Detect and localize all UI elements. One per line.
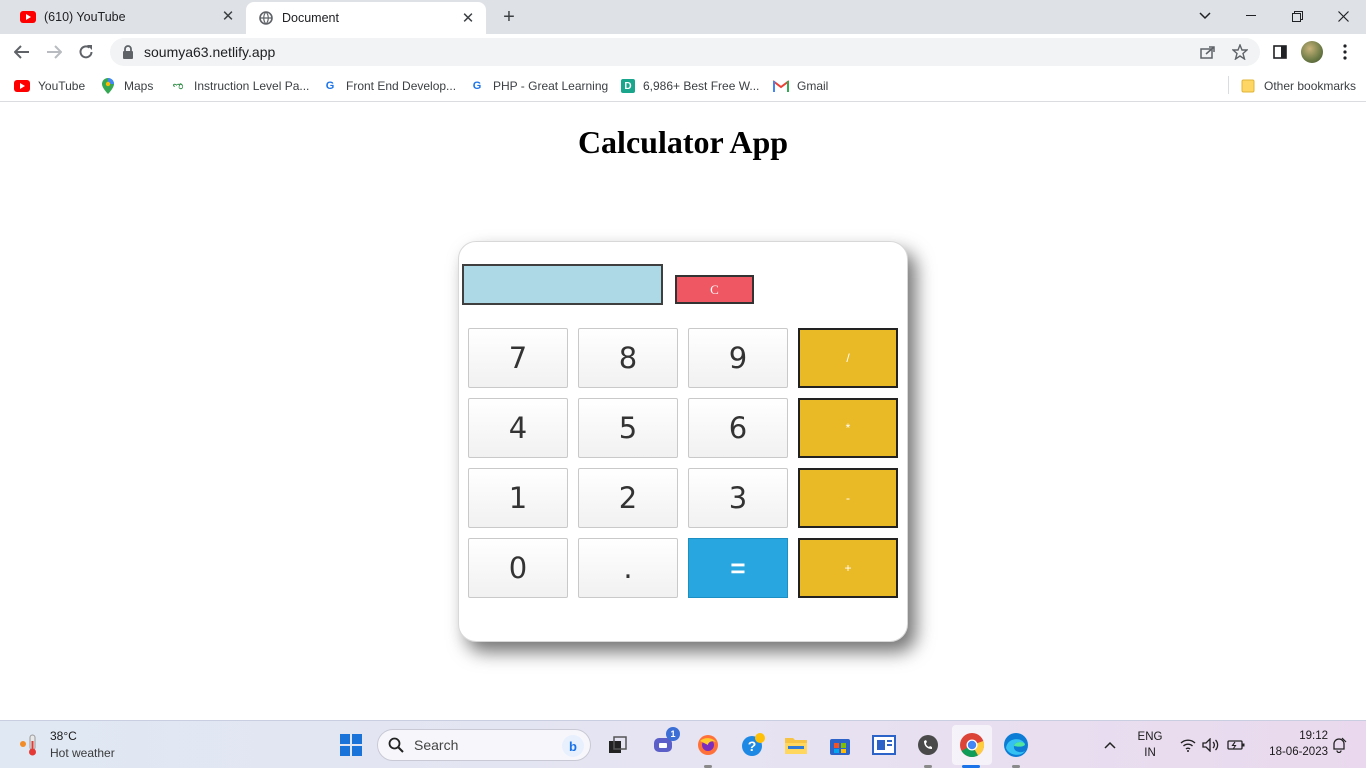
chrome-icon[interactable] bbox=[958, 731, 986, 759]
key-4[interactable]: 4 bbox=[468, 398, 568, 458]
battery-icon[interactable] bbox=[1226, 735, 1246, 755]
whatsapp-icon[interactable] bbox=[914, 731, 942, 759]
new-tab-button[interactable]: + bbox=[498, 6, 520, 28]
search-icon bbox=[388, 737, 404, 753]
file-explorer-icon[interactable] bbox=[782, 731, 810, 759]
search-placeholder: Search bbox=[414, 737, 459, 753]
chat-badge: 1 bbox=[666, 727, 680, 741]
key-2[interactable]: 2 bbox=[578, 468, 678, 528]
youtube-icon bbox=[14, 78, 30, 94]
tab-title: (610) YouTube bbox=[44, 10, 126, 24]
folder-icon bbox=[1240, 78, 1256, 94]
close-window-icon[interactable] bbox=[1320, 0, 1366, 32]
windows-start-icon[interactable] bbox=[340, 734, 362, 756]
youtube-icon bbox=[20, 9, 36, 25]
volume-icon[interactable] bbox=[1201, 735, 1221, 755]
taskbar-search[interactable]: Search b bbox=[377, 729, 591, 761]
bookmark-gmail[interactable]: Gmail bbox=[773, 77, 828, 95]
back-arrow-icon[interactable] bbox=[8, 38, 36, 66]
address-text: soumya63.netlify.app bbox=[144, 44, 276, 60]
geeksforgeeks-icon: ಌ bbox=[172, 79, 184, 92]
bookmarks-bar: YouTube Maps ಌ Instruction Level Pa... G… bbox=[0, 70, 1366, 102]
chat-icon[interactable]: 1 bbox=[650, 727, 680, 759]
bookmark-php[interactable]: G PHP - Great Learning bbox=[469, 77, 608, 95]
subtract-button[interactable]: - bbox=[798, 468, 898, 528]
thermometer-weather-icon[interactable] bbox=[18, 733, 40, 757]
bookmark-front-end[interactable]: G Front End Develop... bbox=[322, 77, 456, 95]
multiply-button[interactable]: * bbox=[798, 398, 898, 458]
add-button[interactable]: + bbox=[798, 538, 898, 598]
great-learning-icon: G bbox=[325, 80, 335, 92]
decimal-button[interactable]: . bbox=[578, 538, 678, 598]
region-indicator: IN bbox=[1144, 747, 1156, 759]
gmail-icon bbox=[773, 78, 789, 94]
page-title: Calculator App bbox=[577, 124, 789, 160]
bookmark-youtube[interactable]: YouTube bbox=[14, 77, 85, 95]
weather-temperature: 38°C bbox=[50, 729, 77, 743]
microsoft-store-icon[interactable] bbox=[826, 731, 854, 759]
tab-search-chevron-icon[interactable] bbox=[1182, 0, 1228, 32]
bookmark-star-icon[interactable] bbox=[1226, 38, 1254, 66]
bookmark-maps[interactable]: Maps bbox=[100, 77, 153, 95]
notification-bell-icon[interactable] bbox=[1329, 735, 1349, 755]
close-tab-icon[interactable]: ✕ bbox=[220, 9, 236, 25]
other-bookmarks[interactable]: Other bookmarks bbox=[1240, 77, 1356, 95]
minimize-icon[interactable] bbox=[1228, 0, 1274, 32]
news-app-icon[interactable] bbox=[870, 731, 898, 759]
great-learning-icon: G bbox=[472, 80, 482, 92]
kebab-menu-icon[interactable] bbox=[1331, 38, 1359, 66]
address-bar[interactable]: soumya63.netlify.app bbox=[110, 38, 1260, 66]
divide-button[interactable]: / bbox=[798, 328, 898, 388]
svg-text:?: ? bbox=[748, 738, 757, 754]
tab-youtube[interactable]: (610) YouTube ✕ bbox=[8, 0, 246, 34]
bookmark-free-w[interactable]: D 6,986+ Best Free W... bbox=[621, 77, 759, 95]
equals-button[interactable]: = bbox=[688, 538, 788, 598]
d-site-icon: D bbox=[621, 79, 635, 93]
task-view-icon[interactable] bbox=[604, 731, 632, 759]
browser-tabstrip: (610) YouTube ✕ Document ✕ + bbox=[0, 0, 1366, 34]
reload-icon[interactable] bbox=[72, 38, 100, 66]
key-5[interactable]: 5 bbox=[578, 398, 678, 458]
calculator: C 7 8 9 / 4 5 6 * 1 2 3 - 0 . = + bbox=[458, 241, 908, 642]
profile-avatar[interactable] bbox=[1301, 41, 1323, 63]
key-7[interactable]: 7 bbox=[468, 328, 568, 388]
taskbar: 38°C Hot weather Search b 1 ? ENG IN 19:… bbox=[0, 720, 1366, 768]
clear-button[interactable]: C bbox=[675, 275, 754, 304]
key-1[interactable]: 1 bbox=[468, 468, 568, 528]
tab-document[interactable]: Document ✕ bbox=[246, 2, 486, 34]
key-9[interactable]: 9 bbox=[688, 328, 788, 388]
edge-icon[interactable] bbox=[1002, 731, 1030, 759]
bing-icon[interactable]: b bbox=[562, 735, 584, 757]
browser-toolbar: soumya63.netlify.app bbox=[0, 34, 1366, 70]
key-6[interactable]: 6 bbox=[688, 398, 788, 458]
key-0[interactable]: 0 bbox=[468, 538, 568, 598]
close-tab-icon[interactable]: ✕ bbox=[460, 11, 476, 27]
forward-arrow-icon[interactable] bbox=[40, 38, 68, 66]
side-panel-icon[interactable] bbox=[1266, 38, 1294, 66]
help-icon[interactable]: ? bbox=[739, 731, 767, 759]
key-3[interactable]: 3 bbox=[688, 468, 788, 528]
clock-time[interactable]: 19:12 bbox=[1266, 730, 1328, 742]
calculator-display[interactable] bbox=[462, 264, 663, 305]
clock-date: 18-06-2023 bbox=[1269, 746, 1328, 758]
weather-description: Hot weather bbox=[50, 746, 115, 760]
bookmarks-divider bbox=[1228, 76, 1229, 94]
wifi-icon[interactable] bbox=[1178, 735, 1198, 755]
share-icon[interactable] bbox=[1194, 38, 1222, 66]
globe-icon bbox=[258, 10, 274, 26]
language-indicator[interactable]: ENG bbox=[1136, 731, 1164, 743]
tab-title: Document bbox=[282, 11, 339, 25]
key-8[interactable]: 8 bbox=[578, 328, 678, 388]
bookmark-instruction-level[interactable]: ಌ Instruction Level Pa... bbox=[170, 77, 310, 95]
chevron-up-icon[interactable] bbox=[1100, 735, 1120, 755]
restore-icon[interactable] bbox=[1274, 0, 1320, 32]
firefox-icon[interactable] bbox=[694, 731, 722, 759]
maps-pin-icon bbox=[100, 78, 116, 94]
lock-icon bbox=[122, 45, 136, 59]
